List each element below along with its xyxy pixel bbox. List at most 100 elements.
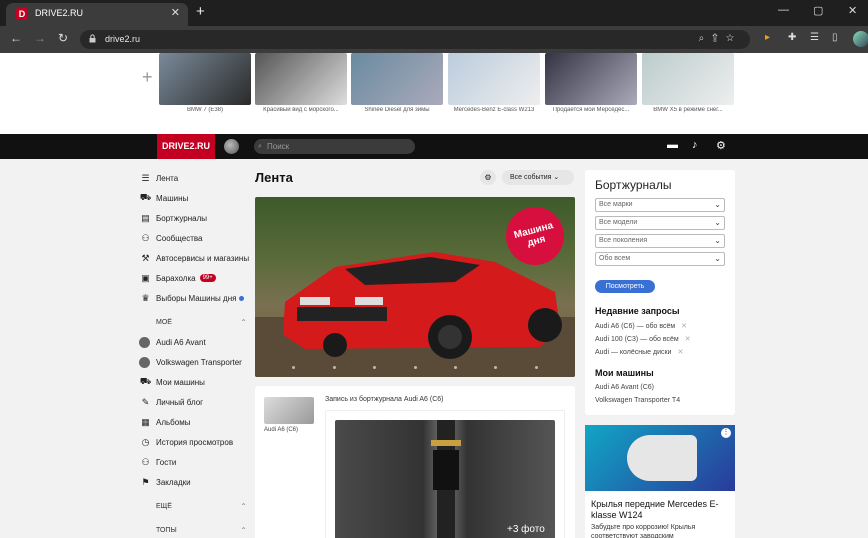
- story-thumbnail[interactable]: [351, 53, 443, 105]
- recent-query-text[interactable]: Audi A6 (C6) — обо всём: [595, 323, 675, 330]
- sidepanel-icon[interactable]: ▯: [832, 32, 838, 43]
- post-car-thumbnail[interactable]: [264, 397, 314, 424]
- recent-query[interactable]: Audi — колёсные диски ✕: [595, 348, 683, 356]
- story-thumbnail[interactable]: [159, 53, 251, 105]
- filter-select[interactable]: Все модели ⌄: [595, 216, 725, 230]
- nav-item[interactable]: ☰ Лента: [139, 168, 251, 188]
- bell-icon[interactable]: ♪: [692, 139, 698, 151]
- nav-item[interactable]: ▤ Бортжурналы: [139, 208, 251, 228]
- new-tab-icon[interactable]: +: [196, 3, 205, 20]
- nav-item[interactable]: ⚒ Автосервисы и магазины: [139, 248, 251, 268]
- nav-item[interactable]: ♛ Выборы Машины дня: [139, 288, 251, 308]
- nav-item[interactable]: ⚇ Сообщества: [139, 228, 251, 248]
- story-item[interactable]: Mercedes-Benz E-class W213: [448, 53, 540, 119]
- address-bar[interactable]: drive2.ru ⌕⇪☆: [80, 30, 750, 49]
- story-thumbnail[interactable]: [255, 53, 347, 105]
- filter-select[interactable]: Все марки ⌄: [595, 198, 725, 212]
- window-close-icon[interactable]: ✕: [848, 4, 857, 17]
- ad-title[interactable]: Крылья передние Mercedes E-klasse W124: [591, 499, 731, 521]
- extension-icon[interactable]: ▸: [765, 32, 770, 43]
- site-logo[interactable]: DRIVE2.RU: [157, 134, 215, 159]
- story-item[interactable]: BMW 7 (E38): [159, 53, 251, 119]
- story-caption[interactable]: BMW X5 в режиме снег...: [642, 107, 734, 114]
- nav-item[interactable]: ▦ Альбомы: [139, 412, 251, 432]
- post-heading[interactable]: Запись из бортжурнала Audi A6 (C6): [325, 396, 444, 403]
- omnibox-actions[interactable]: ⌕⇪☆: [699, 33, 742, 44]
- story-item[interactable]: Shinee Diesel для зимы: [351, 53, 443, 119]
- service-icon: ⚒: [141, 252, 150, 263]
- nav-section[interactable]: ЕЩЁ ⌃: [139, 496, 251, 516]
- recent-query[interactable]: Audi 100 (C3) — обо всём ✕: [595, 335, 691, 343]
- nav-item[interactable]: ✎ Личный блог: [139, 392, 251, 412]
- browser-tab[interactable]: D DRIVE2.RU ✕: [6, 3, 188, 26]
- minimize-icon[interactable]: —: [778, 4, 789, 16]
- nav-item[interactable]: ◷ История просмотров: [139, 432, 251, 452]
- filter-select[interactable]: Все поколения ⌄: [595, 234, 725, 248]
- story-thumbnail[interactable]: [642, 53, 734, 105]
- post-image[interactable]: [335, 420, 555, 538]
- filter-select[interactable]: Обо всем ⌄: [595, 252, 725, 266]
- nav-item[interactable]: ⛟ Машины: [139, 188, 251, 208]
- messages-icon[interactable]: ▬: [667, 139, 678, 151]
- settings-icon[interactable]: ⚙: [716, 139, 726, 152]
- story-item[interactable]: BMW X5 в режиме снег...: [642, 53, 734, 119]
- car-of-day-image[interactable]: Машина дня: [255, 197, 575, 377]
- nav-label: Закладки: [156, 477, 191, 487]
- remove-icon[interactable]: ✕: [677, 349, 683, 356]
- nav-section[interactable]: ТОПЫ ⌃: [139, 520, 251, 538]
- story-thumbnail[interactable]: [448, 53, 540, 105]
- site-search-input[interactable]: ⌕ Поиск: [254, 139, 415, 154]
- my-car-link[interactable]: Audi A6 Avant (C6): [595, 384, 654, 391]
- select-value: Обо всем: [599, 255, 631, 262]
- nav-label: Бортжурналы: [156, 213, 207, 223]
- reload-icon[interactable]: ↻: [58, 31, 68, 45]
- reading-list-icon[interactable]: ☰: [810, 32, 819, 43]
- my-car-link[interactable]: Volkswagen Transporter T4: [595, 397, 680, 404]
- puzzle-icon[interactable]: ✚: [788, 32, 796, 43]
- feed-settings-button[interactable]: ⚙: [480, 170, 496, 185]
- show-button[interactable]: Посмотреть: [595, 280, 655, 293]
- forward-icon[interactable]: →: [34, 31, 46, 45]
- nav-item[interactable]: ▣ Барахолка 99+: [139, 268, 251, 288]
- events-filter-dropdown[interactable]: Все события ⌄: [502, 170, 574, 185]
- story-item[interactable]: Красивый вид с морского...: [255, 53, 347, 119]
- chevron-icon[interactable]: ⌃: [240, 502, 247, 511]
- logbook-filter-card: Бортжурналы Посмотреть Недавние запросы …: [585, 170, 735, 415]
- market-icon: ▣: [141, 272, 150, 283]
- ad-image[interactable]: ⋮: [585, 425, 735, 491]
- feed-post[interactable]: Audi A6 (C6) Запись из бортжурнала Audi …: [255, 386, 575, 538]
- nav-label: Барахолка: [156, 273, 196, 283]
- recent-query-text[interactable]: Audi — колёсные диски: [595, 349, 671, 356]
- post-car-caption[interactable]: Audi A6 (C6): [264, 427, 324, 434]
- story-caption[interactable]: Продается мой Мерседес...: [545, 107, 637, 114]
- nav-item[interactable]: ⚑ Закладки: [139, 472, 251, 492]
- chevron-icon[interactable]: ⌃: [240, 526, 247, 535]
- story-caption[interactable]: Mercedes-Benz E-class W213: [448, 107, 540, 114]
- story-caption[interactable]: Shinee Diesel для зимы: [351, 107, 443, 114]
- add-story-icon[interactable]: +: [142, 67, 153, 88]
- remove-icon[interactable]: ✕: [685, 336, 691, 343]
- back-icon[interactable]: ←: [10, 31, 22, 45]
- tab-close-icon[interactable]: ✕: [171, 6, 180, 19]
- profile-avatar[interactable]: [853, 31, 868, 47]
- story-caption[interactable]: Красивый вид с морского...: [255, 107, 347, 114]
- story-caption[interactable]: BMW 7 (E38): [159, 107, 251, 114]
- ad-card[interactable]: ⋮ Крылья передние Mercedes E-klasse W124…: [585, 425, 735, 538]
- recent-query-text[interactable]: Audi 100 (C3) — обо всём: [595, 336, 679, 343]
- chevron-icon[interactable]: ⌃: [240, 318, 247, 327]
- recent-query[interactable]: Audi A6 (C6) — обо всём ✕: [595, 322, 687, 330]
- nav-item[interactable]: ⚇ Гости: [139, 452, 251, 472]
- more-photos-label[interactable]: +3 фото: [507, 524, 545, 535]
- remove-icon[interactable]: ✕: [681, 323, 687, 330]
- nav-label: История просмотров: [156, 437, 234, 447]
- nav-item[interactable]: Volkswagen Transporter: [139, 352, 251, 372]
- user-avatar[interactable]: [224, 139, 239, 154]
- nav-item[interactable]: Audi A6 Avant: [139, 332, 251, 352]
- ad-menu-icon[interactable]: ⋮: [721, 428, 731, 438]
- story-thumbnail[interactable]: [545, 53, 637, 105]
- community-icon: ⚇: [141, 232, 150, 243]
- nav-item[interactable]: ⛟ Мои машины: [139, 372, 251, 392]
- nav-section[interactable]: МОЁ ⌃: [139, 312, 251, 332]
- story-item[interactable]: Продается мой Мерседес...: [545, 53, 637, 119]
- maximize-icon[interactable]: ▢: [813, 4, 823, 17]
